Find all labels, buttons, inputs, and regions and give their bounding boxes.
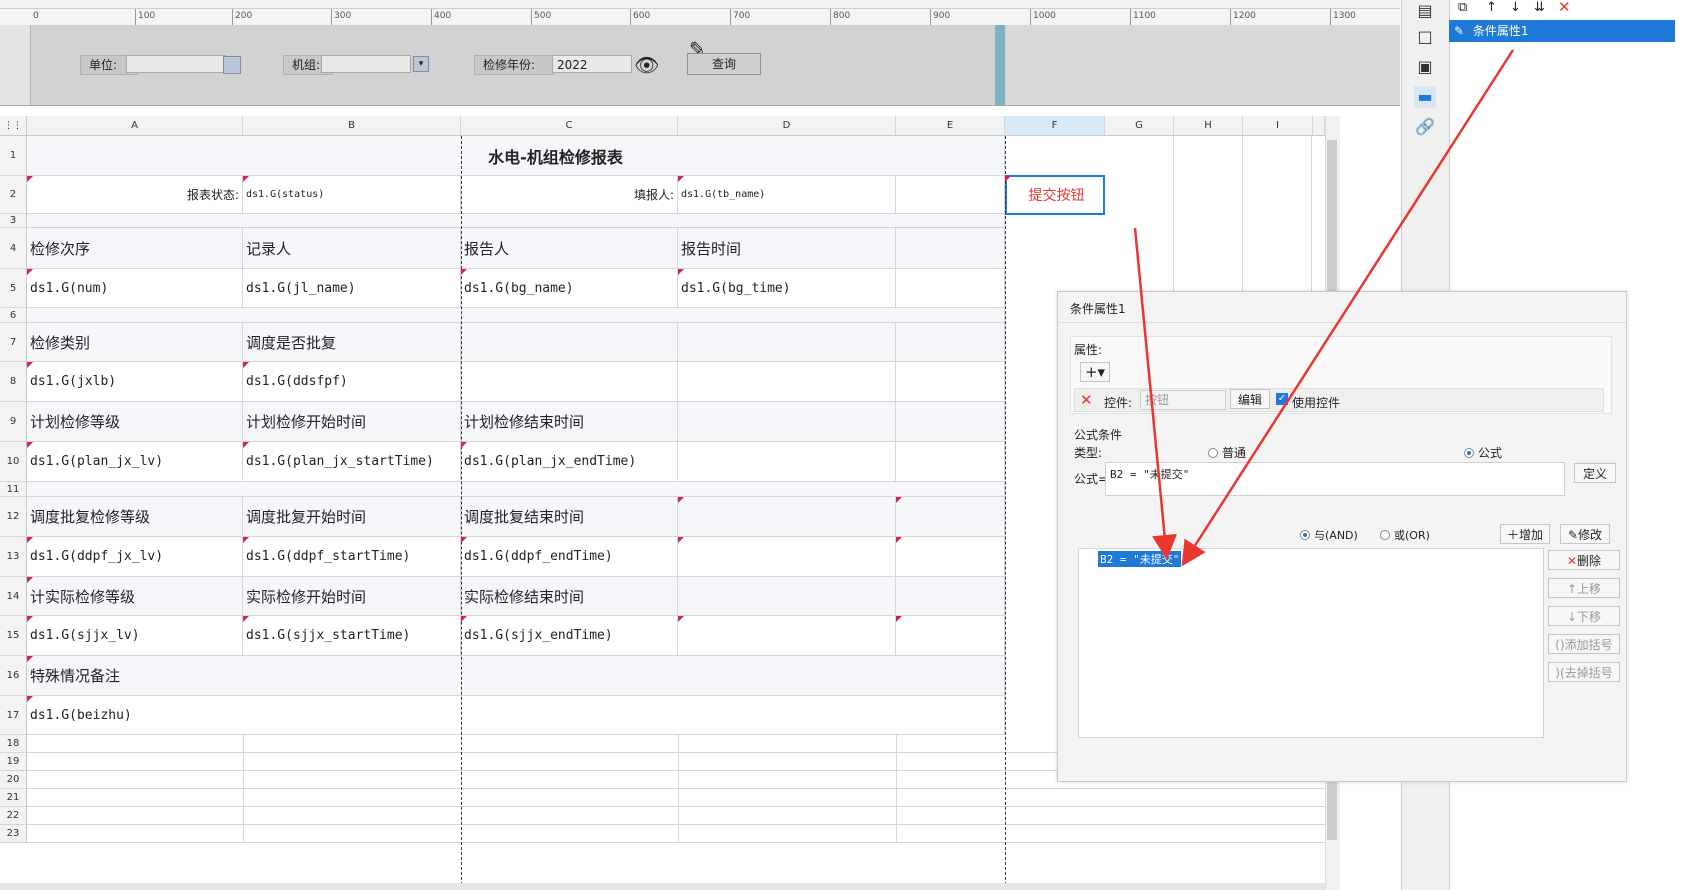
annotation-arrows	[1133, 49, 1515, 567]
arrow-from-condition	[1181, 49, 1515, 567]
arrow-to-formula	[1133, 227, 1178, 560]
